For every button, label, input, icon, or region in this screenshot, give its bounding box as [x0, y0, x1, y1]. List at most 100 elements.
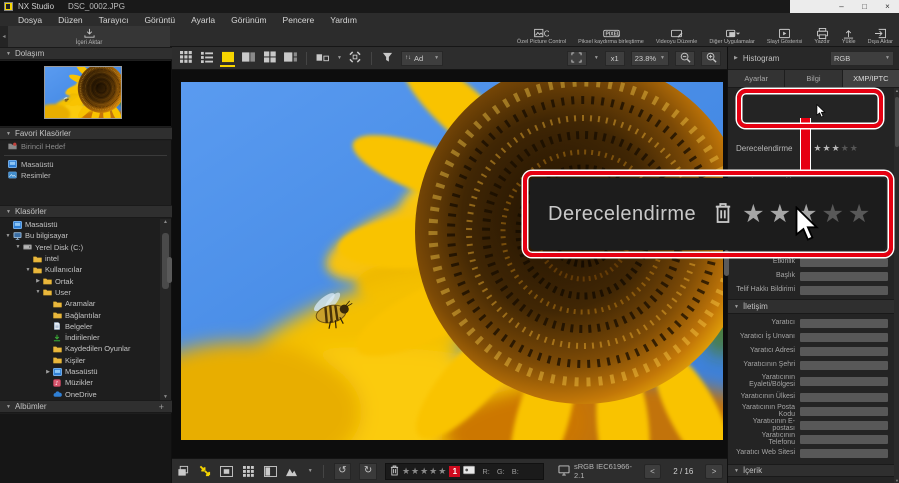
field-input[interactable]	[800, 448, 888, 458]
photo-sunflower-bee[interactable]	[181, 82, 723, 440]
toolbar-button-video-edit[interactable]: Videoyu Düzenle	[650, 26, 703, 47]
sort-dropdown[interactable]: ↑↓ Ad ▼	[400, 50, 444, 66]
tree-item-14[interactable]: ♪ Müzikler	[0, 377, 160, 388]
tab-xmp-iptc[interactable]: XMP/IPTC	[842, 70, 899, 88]
zoom-1to1-button[interactable]: x1	[604, 50, 625, 66]
tree-item-10[interactable]: İndirilenler	[0, 332, 160, 343]
menu-item-düzen[interactable]: Düzen	[50, 15, 91, 25]
thumbnail-strip-button[interactable]	[241, 464, 255, 479]
star-icon[interactable]: ★	[438, 466, 446, 476]
field-input[interactable]	[800, 434, 888, 444]
menu-item-pencere[interactable]: Pencere	[275, 15, 323, 25]
menu-item-ayarla[interactable]: Ayarla	[183, 15, 223, 25]
favorites-panel-header[interactable]: ▼ Favori Klasörler	[0, 127, 172, 140]
label-tag-icon[interactable]	[463, 465, 476, 477]
toolbar-button-print[interactable]: Yazdır	[808, 26, 836, 47]
toolbar-button-pixel-shift[interactable]: PIXEL Piksel kaydırma birleştirme	[572, 26, 650, 47]
import-button[interactable]: İçeri Aktar	[8, 26, 170, 47]
label-badge[interactable]: 1	[449, 465, 461, 477]
histogram-overlay-button[interactable]	[285, 464, 299, 479]
toolbar-button-picture-control[interactable]: CÖzel Picture Control	[511, 26, 572, 47]
info-overlay-button[interactable]	[263, 464, 277, 479]
star-icon[interactable]: ★	[402, 466, 410, 476]
favorite-item-1[interactable]: Masaüstü	[0, 159, 171, 170]
filmstrip-view-button[interactable]	[283, 50, 298, 67]
field-input[interactable]	[800, 420, 888, 430]
toolbar-button-slideshow[interactable]: Slayt Gösterisi	[761, 26, 808, 47]
expander-open-icon[interactable]: ▼	[34, 289, 42, 295]
navigation-thumbnail[interactable]	[44, 66, 122, 119]
favorite-item-2[interactable]: Resimler	[0, 170, 171, 181]
expander-open-icon[interactable]: ▼	[4, 233, 12, 239]
scrollbar-thumb[interactable]	[895, 97, 899, 147]
two-up-view-button[interactable]	[241, 50, 256, 67]
star-icon[interactable]: ★	[769, 201, 792, 227]
contact-section-header[interactable]: ▼ İletişim	[728, 299, 894, 314]
channel-dropdown[interactable]: RGB ▼	[830, 50, 894, 66]
field-input[interactable]	[800, 257, 888, 267]
field-input[interactable]	[800, 271, 888, 281]
clear-rating-trash-icon[interactable]	[714, 201, 732, 227]
single-image-button[interactable]	[220, 464, 234, 479]
star-icon[interactable]: ★	[411, 466, 419, 476]
expander-open-icon[interactable]: ▼	[24, 267, 32, 273]
transfer-button[interactable]	[198, 464, 212, 479]
tree-item-1[interactable]: ▼ Bu bilgisayar	[0, 230, 160, 241]
field-input[interactable]	[800, 285, 888, 295]
expander-closed-icon[interactable]: ▶	[34, 278, 42, 284]
show-pairs-button[interactable]	[176, 464, 190, 479]
field-input[interactable]	[800, 406, 888, 416]
menu-item-dosya[interactable]: Dosya	[10, 15, 50, 25]
tree-item-9[interactable]: Belgeler	[0, 321, 160, 332]
left-panel-splitter-handle[interactable]	[167, 257, 172, 283]
list-view-button[interactable]	[199, 50, 214, 67]
scroll-up-icon[interactable]: ▲	[895, 88, 899, 93]
add-album-button[interactable]: +	[159, 402, 164, 412]
image-view-button[interactable]	[220, 50, 235, 67]
trash-icon[interactable]	[390, 465, 399, 478]
tree-item-13[interactable]: ▶ Masaüstü	[0, 366, 160, 377]
field-input[interactable]	[800, 376, 888, 386]
rotate-right-button[interactable]: ↻	[359, 462, 377, 480]
star-icon[interactable]: ★	[813, 144, 821, 153]
zoom-percent-dropdown[interactable]: 23.8% ▼	[630, 50, 669, 66]
tab-bilgi[interactable]: Bilgi	[785, 70, 843, 88]
expander-closed-icon[interactable]: ▶	[44, 369, 52, 375]
fit-to-screen-button[interactable]	[566, 50, 587, 66]
expander-open-icon[interactable]: ▼	[14, 244, 22, 250]
previous-image-button[interactable]: <	[643, 463, 662, 479]
tree-item-7[interactable]: Aramalar	[0, 298, 160, 309]
toolbar-button-export[interactable]: Dışa Aktar	[862, 26, 899, 47]
scroll-up-icon[interactable]: ▲	[163, 219, 168, 225]
folders-panel-header[interactable]: ▼ Klasörler	[0, 205, 172, 218]
star-icon[interactable]: ★	[850, 144, 858, 153]
field-input[interactable]	[800, 360, 888, 370]
toolbar-collapse-handle[interactable]: ◂	[0, 26, 8, 47]
tree-item-3[interactable]: intel	[0, 253, 160, 264]
content-section-header[interactable]: ▼ İçerik	[728, 464, 894, 477]
field-input[interactable]	[800, 392, 888, 402]
tree-item-6[interactable]: ▼ User	[0, 287, 160, 298]
right-panel-scrollbar[interactable]: ▲ ▼	[894, 88, 899, 483]
scroll-down-icon[interactable]: ▼	[895, 478, 899, 483]
star-icon[interactable]: ★	[841, 144, 849, 153]
thumbnail-grid-view-button[interactable]	[178, 50, 193, 67]
tree-item-11[interactable]: Kaydedilen Oyunlar	[0, 343, 160, 354]
star-icon[interactable]: ★	[742, 201, 765, 227]
star-icon[interactable]: ★	[832, 144, 840, 153]
menu-item-yardım[interactable]: Yardım	[322, 15, 365, 25]
tree-item-4[interactable]: ▼ Kullanıcılar	[0, 264, 160, 275]
minimize-button[interactable]: –	[830, 0, 853, 13]
star-icon[interactable]: ★	[429, 466, 437, 476]
close-button[interactable]: ×	[876, 0, 899, 13]
field-input[interactable]	[800, 332, 888, 342]
star-icon[interactable]: ★	[823, 144, 831, 153]
star-icon[interactable]: ★	[420, 466, 428, 476]
star-icon[interactable]: ★	[821, 201, 844, 227]
menu-item-görünüm[interactable]: Görünüm	[223, 15, 274, 25]
histogram-header[interactable]: ▶ Histogram RGB ▼	[728, 47, 899, 70]
tree-item-12[interactable]: Kişiler	[0, 355, 160, 366]
tree-item-0[interactable]: Masaüstü	[0, 219, 160, 230]
tree-item-8[interactable]: Bağlantılar	[0, 309, 160, 320]
star-icon[interactable]: ★	[848, 201, 871, 227]
